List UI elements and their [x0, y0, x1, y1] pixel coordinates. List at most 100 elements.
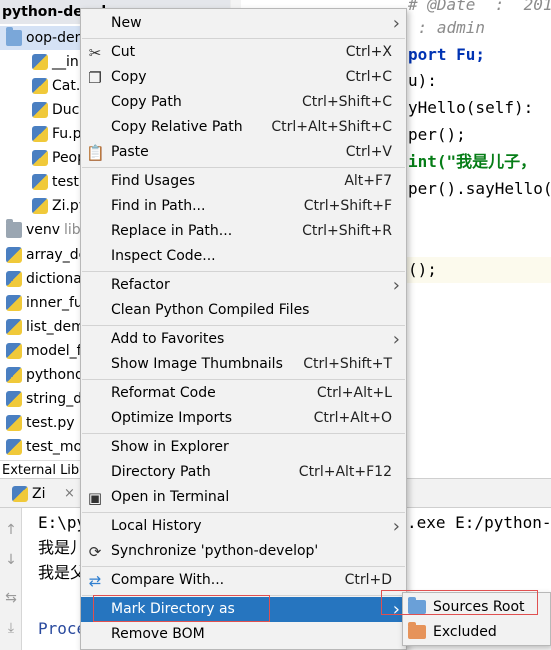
menu-item-cut[interactable]: ✂ Cut Ctrl+X: [81, 40, 406, 65]
copy-icon: ❐: [88, 69, 102, 87]
python-file-icon: [32, 174, 48, 190]
menu-item-reformat-code[interactable]: Reformat Code Ctrl+Alt+L: [81, 381, 406, 406]
menu-separator: [82, 433, 405, 434]
folder-icon: [408, 622, 426, 639]
menu-item-new[interactable]: New ›: [81, 11, 406, 36]
python-file-icon: [12, 486, 28, 502]
menu-item-copy-relative-path[interactable]: Copy Relative Path Ctrl+Alt+Shift+C: [81, 115, 406, 140]
menu-item-shortcut: Ctrl+V: [345, 144, 392, 160]
menu-separator: [82, 566, 405, 567]
folder-icon: [6, 219, 22, 238]
menu-item-shortcut: Ctrl+Shift+R: [302, 223, 392, 239]
python-file-icon: [32, 198, 48, 214]
menu-item-open-in-terminal[interactable]: ▣ Open in Terminal: [81, 485, 406, 510]
python-file-icon: [6, 415, 22, 431]
code-text: per();: [408, 125, 466, 144]
console-line-right: .exe E:/python-: [407, 513, 551, 532]
python-file-icon: [6, 391, 22, 407]
terminal-icon: ▣: [87, 489, 103, 507]
menu-item-shortcut: Ctrl+Alt+L: [316, 385, 392, 401]
menu-item-compare-with[interactable]: ⇄ Compare With... Ctrl+D: [81, 568, 406, 593]
chevron-right-icon: ›: [392, 516, 400, 537]
menu-item-label: Paste: [111, 144, 149, 160]
code-line: yHello(self):: [408, 95, 533, 121]
console-line: 我是儿: [38, 538, 87, 557]
menu-item-label: Replace in Path...: [111, 223, 233, 239]
menu-item-synchronize-python-develop[interactable]: ⟳ Synchronize 'python-develop': [81, 539, 406, 564]
menu-item-add-to-favorites[interactable]: Add to Favorites ›: [81, 327, 406, 352]
python-file-icon: [32, 126, 48, 142]
menu-item-remove-bom[interactable]: Remove BOM: [81, 622, 406, 647]
menu-item-local-history[interactable]: Local History ›: [81, 514, 406, 539]
chevron-right-icon: ›: [392, 329, 400, 350]
menu-item-shortcut: Ctrl+X: [345, 44, 392, 60]
code-line: int("我是儿子，: [408, 149, 536, 175]
folder-icon: [6, 27, 22, 46]
menu-item-inspect-code[interactable]: Inspect Code...: [81, 244, 406, 269]
menu-item-shortcut: Ctrl+C: [345, 69, 392, 85]
menu-item-label: Refactor: [111, 277, 170, 293]
menu-item-label: Directory Path: [111, 464, 211, 480]
menu-item-label: Show in Explorer: [111, 439, 229, 455]
scroll-to-end-icon[interactable]: ⤓: [3, 620, 19, 636]
python-file-icon: [32, 150, 48, 166]
menu-separator: [82, 379, 405, 380]
submenu-item-label: Excluded: [433, 624, 497, 640]
menu-item-shortcut: Ctrl+Shift+F: [303, 198, 392, 214]
run-tab-label: Zi: [32, 486, 46, 502]
code-line: per().sayHello(: [408, 176, 551, 202]
menu-separator: [82, 271, 405, 272]
menu-item-shortcut: Ctrl+Shift+T: [303, 356, 392, 372]
menu-item-label: Optimize Imports: [111, 410, 232, 426]
code-line: u):: [408, 68, 437, 94]
code-text: # @Date : 2019-11-20: [408, 0, 551, 14]
menu-item-label: Find in Path...: [111, 198, 206, 214]
python-file-icon: [32, 78, 48, 94]
annotation-box-sources-root: [381, 590, 538, 615]
menu-item-shortcut: Alt+F7: [344, 173, 392, 189]
menu-item-label: Add to Favorites: [111, 331, 225, 347]
rerun-icon[interactable]: ↑: [3, 522, 19, 538]
menu-item-clean-python-compiled-files[interactable]: Clean Python Compiled Files: [81, 298, 406, 323]
python-file-icon: [6, 247, 22, 263]
console-line: Proce: [38, 619, 87, 638]
menu-item-label: Reformat Code: [111, 385, 216, 401]
menu-separator: [82, 325, 405, 326]
code-line: per();: [408, 122, 466, 148]
code-line: port Fu;: [408, 42, 485, 68]
menu-item-label: Copy Path: [111, 94, 182, 110]
console-line: 我是父: [38, 563, 87, 582]
python-file-icon: [32, 54, 48, 70]
python-file-icon: [6, 439, 22, 455]
menu-item-paste[interactable]: 📋 Paste Ctrl+V: [81, 140, 406, 165]
python-file-icon: [6, 271, 22, 287]
menu-item-copy[interactable]: ❐ Copy Ctrl+C: [81, 65, 406, 90]
menu-item-optimize-imports[interactable]: Optimize Imports Ctrl+Alt+O: [81, 406, 406, 431]
annotation-box-mark-directory: [93, 595, 270, 622]
submenu-item-excluded[interactable]: Excluded: [403, 620, 550, 645]
menu-item-label: Clean Python Compiled Files: [111, 302, 310, 318]
scroll-down-icon[interactable]: ↓: [3, 552, 19, 568]
menu-item-show-image-thumbnails[interactable]: Show Image Thumbnails Ctrl+Shift+T: [81, 352, 406, 377]
chevron-right-icon: ›: [392, 13, 400, 34]
menu-item-label: Compare With...: [111, 572, 225, 588]
menu-item-show-in-explorer[interactable]: Show in Explorer: [81, 435, 406, 460]
menu-item-shortcut: Ctrl+Shift+C: [302, 94, 392, 110]
menu-item-directory-path[interactable]: Directory Path Ctrl+Alt+F12: [81, 460, 406, 485]
run-tab-zi[interactable]: Zi ×: [6, 481, 75, 507]
menu-item-label: Copy: [111, 69, 147, 85]
run-toolbar: ↑ ↓ ⇆ ⤓: [0, 508, 22, 650]
code-text: u):: [408, 71, 437, 90]
code-text: ();: [408, 260, 437, 279]
soft-wrap-icon[interactable]: ⇆: [3, 590, 19, 606]
menu-item-find-usages[interactable]: Find Usages Alt+F7: [81, 169, 406, 194]
menu-item-refactor[interactable]: Refactor ›: [81, 273, 406, 298]
menu-separator: [82, 38, 405, 39]
close-icon[interactable]: ×: [64, 481, 75, 507]
menu-item-replace-in-path[interactable]: Replace in Path... Ctrl+Shift+R: [81, 219, 406, 244]
code-text: : admin: [408, 18, 486, 37]
menu-item-find-in-path[interactable]: Find in Path... Ctrl+Shift+F: [81, 194, 406, 219]
menu-item-copy-path[interactable]: Copy Path Ctrl+Shift+C: [81, 90, 406, 115]
code-line: ();: [408, 257, 437, 283]
menu-separator: [82, 167, 405, 168]
